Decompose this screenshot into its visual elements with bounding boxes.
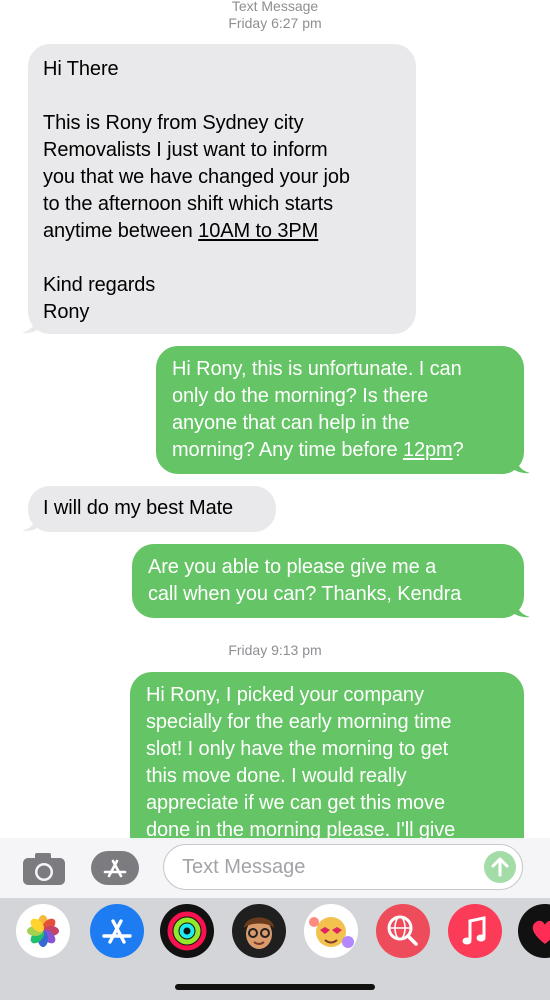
message-line: anytime between 10AM to 3PM	[43, 220, 319, 242]
camera-button[interactable]	[22, 852, 66, 886]
message-line: Hi Rony, I picked your company	[146, 684, 424, 706]
apps-button[interactable]	[90, 848, 144, 888]
home-indicator[interactable]	[175, 984, 375, 990]
message-line: Kind regards	[43, 274, 156, 296]
message-line: you that we have changed your job	[43, 166, 350, 188]
web-search-app-button[interactable]	[376, 904, 430, 958]
photos-app-button[interactable]	[16, 904, 70, 958]
message-line: slot! I only have the morning to get	[146, 738, 449, 760]
time-range-link[interactable]: 10AM to 3PM	[198, 220, 318, 242]
music-icon	[462, 916, 486, 945]
message-line: call when you can? Thanks, Kendra	[148, 583, 462, 605]
message-line: to the afternoon shift which starts	[43, 193, 333, 215]
outgoing-message[interactable]: Hi Rony, I picked your company specially…	[130, 672, 524, 840]
arrow-up-icon	[491, 857, 509, 877]
compose-bar	[0, 838, 550, 898]
message-input[interactable]	[182, 853, 482, 881]
memoji-icon	[244, 917, 274, 949]
message-line: Rony	[43, 301, 90, 323]
music-app-button[interactable]	[448, 904, 502, 958]
message-line: Hi Rony, this is unfortunate. I can	[172, 358, 462, 380]
message-line: This is Rony from Sydney city	[43, 112, 304, 134]
outgoing-message[interactable]: Are you able to please give me a call wh…	[132, 544, 524, 618]
camera-icon	[23, 853, 65, 885]
service-label: Text Message	[231, 0, 319, 14]
incoming-message[interactable]: Hi There This is Rony from Sydney city R…	[28, 44, 416, 334]
animoji-icon	[309, 917, 354, 948]
web-search-icon	[387, 915, 418, 946]
message-line: done in the morning please. I'll give	[146, 819, 456, 840]
conversation-header: Text Message Friday 6:27 pm	[0, 0, 550, 32]
app-store-icon	[102, 919, 132, 944]
message-line: specially for the early morning time	[146, 711, 452, 733]
bubble-tail	[22, 514, 42, 532]
time-link[interactable]: 12pm	[403, 439, 453, 461]
send-button[interactable]	[484, 851, 516, 883]
message-line: this move done. I would really	[146, 765, 407, 787]
incoming-message[interactable]: I will do my best Mate	[28, 486, 276, 532]
message-line: Removalists I just want to inform	[43, 139, 328, 161]
animoji-app-button[interactable]	[304, 904, 358, 958]
timestamp: Friday 9:13 pm	[228, 642, 322, 658]
digital-touch-app-button[interactable]	[518, 904, 550, 958]
memoji-app-button[interactable]	[232, 904, 286, 958]
activity-app-button[interactable]	[160, 904, 214, 958]
message-line: anyone that can help in the	[172, 412, 410, 434]
bubble-tail	[510, 600, 530, 618]
timestamp: Friday 6:27 pm	[228, 15, 322, 31]
message-field[interactable]	[163, 844, 523, 890]
photos-icon	[27, 915, 59, 947]
message-line: appreciate if we can get this move	[146, 792, 445, 814]
message-thread[interactable]: Text Message Friday 6:27 pm Hi There Thi…	[0, 0, 550, 840]
message-line: Hi There	[43, 58, 119, 80]
app-drawer	[0, 898, 550, 1000]
message-line: I will do my best Mate	[43, 497, 234, 519]
message-line: morning? Any time before 12pm?	[172, 439, 464, 461]
app-store-app-button[interactable]	[90, 904, 144, 958]
app-store-icon	[91, 851, 144, 885]
outgoing-message[interactable]: Hi Rony, this is unfortunate. I can only…	[156, 346, 524, 474]
activity-icon	[167, 911, 207, 951]
message-line: Are you able to please give me a	[148, 556, 437, 578]
bubble-tail	[22, 316, 42, 334]
message-line: only do the morning? Is there	[172, 385, 429, 407]
digital-touch-icon	[532, 920, 550, 944]
bubble-tail	[510, 456, 530, 474]
